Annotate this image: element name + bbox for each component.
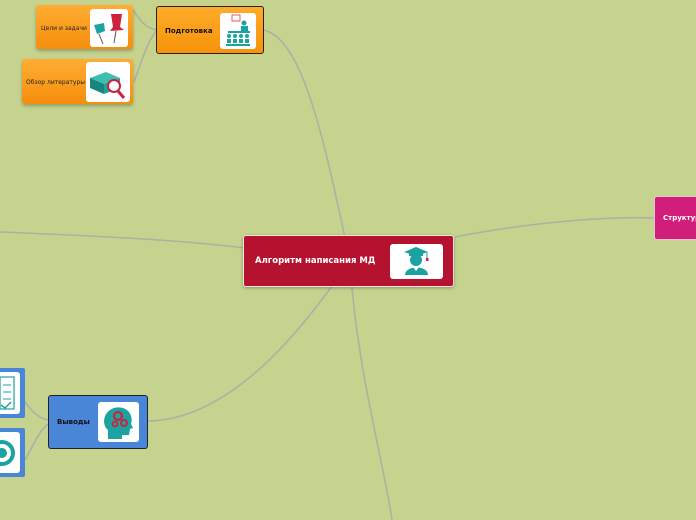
node-goals[interactable]: Цели и задачи — [36, 5, 133, 49]
node-conclusions[interactable]: Выводы — [48, 395, 148, 449]
graduate-icon — [390, 244, 443, 279]
connector-checklist — [23, 399, 49, 421]
checklist-icon — [0, 372, 20, 414]
connector-literature — [133, 29, 158, 83]
connector-preparation — [263, 29, 346, 239]
node-preparation[interactable]: Подготовка — [156, 6, 264, 54]
head-gears-icon — [98, 402, 139, 442]
side-item-target[interactable] — [0, 428, 25, 477]
node-preparation-label: Подготовка — [165, 27, 213, 35]
central-topic[interactable]: Алгоритм написания МД — [243, 235, 454, 287]
connector-conclusions — [147, 285, 333, 422]
connector-left — [0, 231, 246, 249]
side-item-checklist[interactable] — [0, 368, 25, 418]
connector-target — [24, 423, 49, 461]
central-topic-label: Алгоритм написания МД — [255, 256, 376, 266]
node-structure-label: Структур — [663, 214, 696, 222]
target-icon — [0, 432, 20, 473]
pushpins-icon — [90, 9, 128, 47]
connector-bottom — [351, 286, 393, 520]
book-magnifier-icon — [86, 62, 130, 102]
node-conclusions-label: Выводы — [57, 418, 90, 426]
node-structure[interactable]: Структур — [654, 196, 696, 240]
connector-goals — [132, 9, 158, 31]
node-goals-label: Цели и задачи — [41, 25, 87, 32]
mindmap-canvas[interactable]: Алгоритм написания МД Подготовка Цели и … — [0, 0, 696, 520]
connector-structure — [454, 216, 657, 238]
node-literature[interactable]: Обзор литературы — [22, 59, 133, 104]
node-literature-label: Обзор литературы — [26, 79, 85, 86]
teacher-class-icon — [220, 13, 256, 49]
